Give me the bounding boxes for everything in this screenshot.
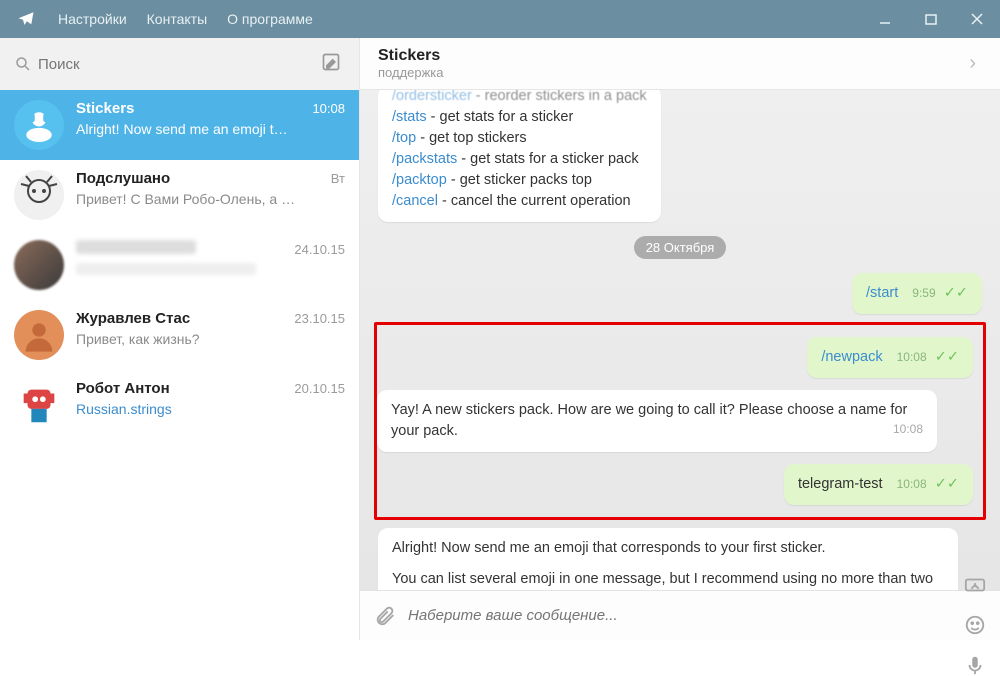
chat-time: 23.10.15: [294, 311, 345, 326]
composer: [360, 590, 1000, 640]
msg-time: 9:59: [912, 286, 935, 300]
menu-about[interactable]: О программе: [217, 11, 323, 27]
msg-time: 10:08: [897, 477, 927, 491]
avatar: [14, 380, 64, 430]
message-in: Yay! A new stickers pack. How are we goi…: [377, 390, 937, 452]
message-input[interactable]: [408, 607, 964, 624]
chat-time: 20.10.15: [294, 381, 345, 396]
msg-time: 10:08: [893, 421, 923, 438]
search-row: [0, 38, 359, 90]
message-list: /ordersticker - reorder stickers in a pa…: [360, 90, 1000, 590]
menu-contacts[interactable]: Контакты: [137, 11, 217, 27]
message-out: /start 9:59 ✓✓: [852, 273, 982, 314]
chat-preview: [76, 263, 256, 275]
search-icon: [14, 55, 32, 73]
app-logo-icon: [14, 7, 38, 31]
command-link[interactable]: /stats: [392, 109, 427, 125]
message-in: Alright! Now send me an emoji that corre…: [378, 528, 958, 590]
command-link[interactable]: /cancel: [392, 193, 438, 209]
chat-item[interactable]: 24.10.15: [0, 230, 359, 300]
chat-name: Журавлев Стас: [76, 310, 190, 327]
chat-status: поддержка: [378, 65, 963, 80]
avatar: [14, 310, 64, 360]
minimize-button[interactable]: [862, 0, 908, 38]
chat-time: 24.10.15: [294, 242, 345, 257]
date-badge: 28 Октября: [634, 236, 727, 259]
chat-name: Робот Антон: [76, 380, 170, 397]
message-in: /ordersticker - reorder stickers in a pa…: [378, 90, 661, 222]
menu-settings[interactable]: Настройки: [48, 11, 137, 27]
read-checks-icon: ✓✓: [935, 476, 959, 492]
search-input[interactable]: [32, 56, 313, 73]
maximize-button[interactable]: [908, 0, 954, 38]
chat-time: 10:08: [312, 101, 345, 116]
command-link[interactable]: /packstats: [392, 151, 457, 167]
mic-icon[interactable]: [964, 654, 986, 676]
chat-preview: Alright! Now send me an emoji t…: [76, 121, 345, 137]
message-out: /newpack 10:08 ✓✓: [807, 337, 973, 378]
attach-icon[interactable]: [374, 605, 396, 627]
avatar: [14, 240, 64, 290]
compose-icon[interactable]: [321, 52, 345, 76]
chat-item[interactable]: Журавлев Стас 23.10.15 Привет, как жизнь?: [0, 300, 359, 370]
chat-name: Подслушано: [76, 170, 170, 187]
main-panel: Stickers поддержка › /ordersticker - reo…: [360, 38, 1000, 640]
chat-item-stickers[interactable]: Stickers 10:08 Alright! Now send me an em…: [0, 90, 359, 160]
highlight-box: /newpack 10:08 ✓✓ Yay! A new stickers pa…: [374, 322, 986, 520]
sidebar: Stickers 10:08 Alright! Now send me an em…: [0, 38, 360, 640]
chat-list: Stickers 10:08 Alright! Now send me an em…: [0, 90, 359, 640]
msg-time: 10:08: [897, 350, 927, 364]
read-checks-icon: ✓✓: [935, 349, 959, 365]
chevron-right-icon[interactable]: ›: [963, 52, 982, 75]
chat-item[interactable]: Подслушано Вт Привет! С Вами Робо-Олень, …: [0, 160, 359, 230]
avatar: [14, 100, 64, 150]
message-out: telegram-test 10:08 ✓✓: [784, 464, 973, 505]
chat-name: Stickers: [76, 100, 134, 117]
titlebar: Настройки Контакты О программе: [0, 0, 1000, 38]
chat-title: Stickers: [378, 47, 963, 65]
chat-time: Вт: [331, 171, 345, 186]
command-link[interactable]: /top: [392, 130, 416, 146]
chat-preview: Привет, как жизнь?: [76, 331, 345, 347]
chat-name: [76, 240, 196, 254]
chat-preview: Russian.strings: [76, 401, 345, 417]
close-button[interactable]: [954, 0, 1000, 38]
chat-preview: Привет! С Вами Робо-Олень, а …: [76, 191, 345, 207]
command-link[interactable]: /packtop: [392, 172, 447, 188]
read-checks-icon: ✓✓: [944, 285, 968, 301]
emoji-icon[interactable]: [964, 614, 986, 636]
avatar: [14, 170, 64, 220]
chat-item[interactable]: Робот Антон 20.10.15 Russian.strings: [0, 370, 359, 440]
chat-header[interactable]: Stickers поддержка ›: [360, 38, 1000, 90]
